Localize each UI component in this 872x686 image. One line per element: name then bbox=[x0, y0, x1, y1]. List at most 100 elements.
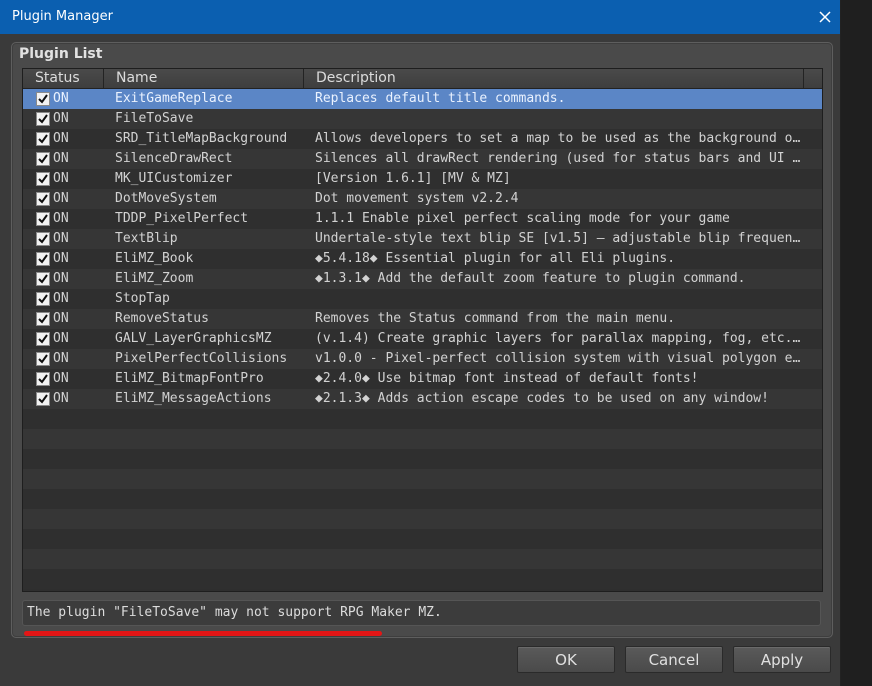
list-header: Status Name Description bbox=[23, 69, 822, 89]
plugin-name: RemoveStatus bbox=[115, 311, 209, 326]
plugin-description: ◆2.4.0◆ Use bitmap font instead of defau… bbox=[315, 371, 699, 386]
plugin-name: TDDP_PixelPerfect bbox=[115, 211, 249, 226]
close-icon bbox=[819, 11, 831, 23]
table-row[interactable]: ON ExitGameReplace Replaces default title … bbox=[23, 89, 822, 109]
empty-row bbox=[23, 449, 822, 469]
column-header-name[interactable]: Name bbox=[104, 69, 304, 88]
plugin-list-group: Plugin List Status Name Description ON Ex… bbox=[11, 42, 833, 638]
checkmark-icon bbox=[38, 334, 48, 344]
column-header-status[interactable]: Status bbox=[23, 69, 104, 88]
cancel-button[interactable]: Cancel bbox=[625, 646, 723, 673]
table-row[interactable]: ON FileToSave bbox=[23, 109, 822, 129]
status-checkbox[interactable] bbox=[36, 272, 50, 286]
status-checkbox[interactable] bbox=[36, 332, 50, 346]
table-row[interactable]: ON StopTap bbox=[23, 289, 822, 309]
column-header-description[interactable]: Description bbox=[304, 69, 804, 88]
ok-button[interactable]: OK bbox=[517, 646, 615, 673]
plugin-name: EliMZ_BitmapFontPro bbox=[115, 371, 264, 386]
table-row[interactable]: ON EliMZ_MessageActions ◆2.1.3◆ Adds actio… bbox=[23, 389, 822, 409]
status-message: The plugin "FileToSave" may not support … bbox=[27, 605, 442, 620]
status-label: ON bbox=[53, 131, 69, 146]
table-row[interactable]: ON SRD_TitleMapBackground Allows developer… bbox=[23, 129, 822, 149]
checkmark-icon bbox=[38, 194, 48, 204]
empty-row bbox=[23, 429, 822, 449]
empty-row bbox=[23, 549, 822, 569]
plugin-description: Replaces default title commands. bbox=[315, 91, 566, 106]
plugin-name: SilenceDrawRect bbox=[115, 151, 233, 166]
plugin-description: Dot movement system v2.2.4 bbox=[315, 191, 519, 206]
status-label: ON bbox=[53, 171, 69, 186]
window-title: Plugin Manager bbox=[12, 9, 113, 24]
status-label: ON bbox=[53, 231, 69, 246]
status-checkbox[interactable] bbox=[36, 292, 50, 306]
plugin-description: v1.0.0 - Pixel-perfect collision system … bbox=[315, 351, 807, 366]
status-checkbox[interactable] bbox=[36, 392, 50, 406]
checkmark-icon bbox=[38, 174, 48, 184]
status-checkbox[interactable] bbox=[36, 172, 50, 186]
status-checkbox[interactable] bbox=[36, 232, 50, 246]
table-row[interactable]: ON TDDP_PixelPerfect 1.1.1 Enable pixel pe… bbox=[23, 209, 822, 229]
status-checkbox[interactable] bbox=[36, 212, 50, 226]
empty-row bbox=[23, 509, 822, 529]
checkmark-icon bbox=[38, 274, 48, 284]
status-label: ON bbox=[53, 371, 69, 386]
status-checkbox[interactable] bbox=[36, 372, 50, 386]
plugin-name: MK_UICustomizer bbox=[115, 171, 233, 186]
checkmark-icon bbox=[38, 154, 48, 164]
list-rows: ON ExitGameReplace Replaces default title … bbox=[23, 89, 822, 591]
table-row[interactable]: ON EliMZ_Book ◆5.4.18◆ Essential plugin fo… bbox=[23, 249, 822, 269]
status-label: ON bbox=[53, 351, 69, 366]
title-bar[interactable]: Plugin Manager bbox=[0, 0, 840, 34]
status-checkbox[interactable] bbox=[36, 152, 50, 166]
status-checkbox[interactable] bbox=[36, 312, 50, 326]
plugin-description: Removes the Status command from the main… bbox=[315, 311, 676, 326]
plugin-description: (v.1.4) Create graphic layers for parall… bbox=[315, 331, 807, 346]
table-row[interactable]: ON RemoveStatus Removes the Status command… bbox=[23, 309, 822, 329]
status-label: ON bbox=[53, 91, 69, 106]
table-row[interactable]: ON EliMZ_Zoom ◆1.3.1◆ Add the default zoom… bbox=[23, 269, 822, 289]
status-checkbox[interactable] bbox=[36, 132, 50, 146]
checkmark-icon bbox=[38, 294, 48, 304]
plugin-name: EliMZ_Zoom bbox=[115, 271, 194, 286]
status-checkbox[interactable] bbox=[36, 112, 50, 126]
status-checkbox[interactable] bbox=[36, 92, 50, 106]
status-checkbox[interactable] bbox=[36, 252, 50, 266]
checkmark-icon bbox=[38, 214, 48, 224]
close-button[interactable] bbox=[810, 0, 840, 34]
table-row[interactable]: ON MK_UICustomizer [Version 1.6.1] [MV & M… bbox=[23, 169, 822, 189]
status-label: ON bbox=[53, 271, 69, 286]
plugin-name: DotMoveSystem bbox=[115, 191, 217, 206]
checkmark-icon bbox=[38, 374, 48, 384]
table-row[interactable]: ON GALV_LayerGraphicsMZ (v.1.4) Create gra… bbox=[23, 329, 822, 349]
plugin-list[interactable]: Status Name Description ON ExitGameReplac… bbox=[22, 68, 823, 592]
plugin-description: ◆1.3.1◆ Add the default zoom feature to … bbox=[315, 271, 746, 286]
status-label: ON bbox=[53, 191, 69, 206]
plugin-description: ◆2.1.3◆ Adds action escape codes to be u… bbox=[315, 391, 769, 406]
status-checkbox[interactable] bbox=[36, 192, 50, 206]
background-strip bbox=[841, 0, 872, 686]
plugin-description: 1.1.1 Enable pixel perfect scaling mode … bbox=[315, 211, 730, 226]
status-label: ON bbox=[53, 391, 69, 406]
checkmark-icon bbox=[38, 314, 48, 324]
checkmark-icon bbox=[38, 394, 48, 404]
table-row[interactable]: ON TextBlip Undertale-style text blip SE [… bbox=[23, 229, 822, 249]
table-row[interactable]: ON SilenceDrawRect Silences all drawRect r… bbox=[23, 149, 822, 169]
plugin-name: EliMZ_Book bbox=[115, 251, 194, 266]
table-row[interactable]: ON PixelPerfectCollisions v1.0.0 - Pixel-p… bbox=[23, 349, 822, 369]
table-row[interactable]: ON DotMoveSystem Dot movement system v2.2.… bbox=[23, 189, 822, 209]
checkmark-icon bbox=[38, 114, 48, 124]
empty-row bbox=[23, 529, 822, 549]
checkmark-icon bbox=[38, 234, 48, 244]
status-label: ON bbox=[53, 331, 69, 346]
status-checkbox[interactable] bbox=[36, 352, 50, 366]
status-label: ON bbox=[53, 151, 69, 166]
plugin-name: EliMZ_MessageActions bbox=[115, 391, 272, 406]
column-header-filler bbox=[804, 69, 822, 88]
apply-button[interactable]: Apply bbox=[733, 646, 831, 673]
plugin-description: Silences all drawRect rendering (used fo… bbox=[315, 151, 807, 166]
status-label: ON bbox=[53, 251, 69, 266]
plugin-description: ◆5.4.18◆ Essential plugin for all Eli pl… bbox=[315, 251, 676, 266]
table-row[interactable]: ON EliMZ_BitmapFontPro ◆2.4.0◆ Use bitmap … bbox=[23, 369, 822, 389]
status-bar: The plugin "FileToSave" may not support … bbox=[22, 600, 821, 626]
red-underline-annotation bbox=[24, 631, 382, 636]
